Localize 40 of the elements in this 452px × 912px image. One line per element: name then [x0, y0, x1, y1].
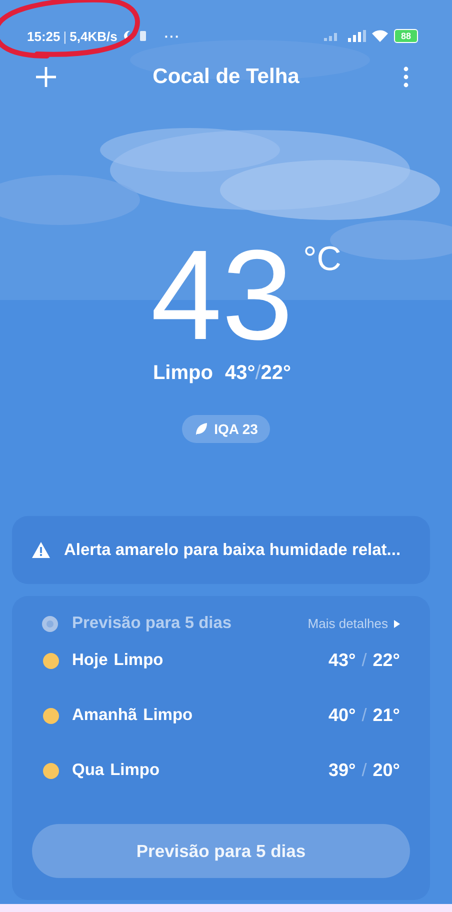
- add-icon[interactable]: [34, 65, 58, 89]
- alert-text: Alerta amarelo para baixa humidade relat...: [64, 540, 401, 560]
- temperature-separator: /: [255, 362, 261, 384]
- temperature-separator: /: [362, 650, 367, 671]
- more-notifications: ···: [164, 28, 180, 44]
- forecast-high: 40°: [328, 705, 356, 726]
- caret-icon: [394, 620, 400, 628]
- forecast-condition: Limpo: [143, 706, 193, 725]
- forecast-day: Hoje: [72, 651, 108, 670]
- forecast-condition: Limpo: [110, 761, 160, 780]
- aqi-chip[interactable]: IQA 23: [182, 415, 270, 443]
- forecast-day: Qua: [72, 761, 104, 780]
- temperature-separator: /: [362, 760, 367, 781]
- city-title: Cocal de Telha: [152, 65, 300, 89]
- battery-level: 88: [394, 29, 418, 43]
- high-temperature: 43°: [224, 362, 256, 384]
- forecast-high: 43°: [328, 650, 356, 671]
- condition-text: Limpo: [152, 362, 213, 385]
- temperature-separator: /: [362, 705, 367, 726]
- more-details-link[interactable]: Mais detalhes: [308, 616, 400, 631]
- forecast-low: 22°: [372, 650, 400, 671]
- leaf-icon: [194, 422, 208, 436]
- status-time: 15:25: [27, 28, 60, 44]
- warning-icon: [32, 542, 50, 558]
- temperature-unit: °C: [303, 240, 342, 279]
- alert-card[interactable]: Alerta amarelo para baixa humidade relat...: [12, 516, 430, 584]
- forecast-low: 20°: [372, 760, 400, 781]
- signal-icon: [348, 30, 366, 42]
- wifi-icon: [372, 30, 388, 42]
- forecast-condition: Limpo: [114, 651, 164, 670]
- forecast-low: 21°: [372, 705, 400, 726]
- notification-icon: [139, 30, 148, 42]
- forecast-high: 39°: [328, 760, 356, 781]
- current-temperature: 43: [150, 236, 294, 356]
- status-separator: |: [63, 28, 67, 44]
- forecast-title: Previsão para 5 dias: [72, 614, 232, 633]
- low-temperature: 22°: [260, 362, 292, 384]
- forecast-day: Amanhã: [72, 706, 138, 725]
- forecast-button[interactable]: Previsão para 5 dias: [32, 824, 410, 878]
- network-speed: 5,4KB/s: [70, 28, 118, 44]
